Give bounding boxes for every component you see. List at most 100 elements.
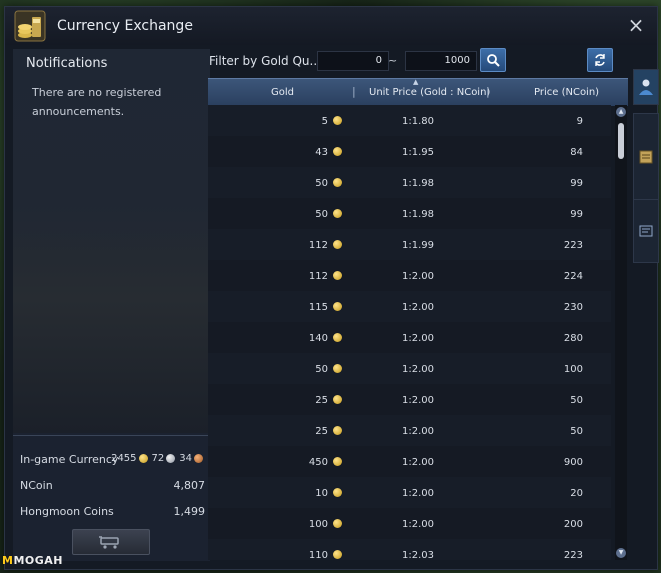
unit-price-cell: 1:1.99 (402, 240, 434, 251)
scroll-up-icon[interactable]: ▲ (616, 107, 626, 117)
gold-cell: 25 (315, 395, 328, 406)
ncoin-row: NCoin 4,807 (19, 477, 205, 495)
price-cell: 280 (563, 333, 583, 344)
close-button[interactable]: × (627, 15, 645, 35)
gold-coin-icon (333, 240, 342, 249)
price-cell: 100 (563, 364, 583, 375)
scrollbar[interactable]: ▲ ▼ (615, 105, 627, 560)
table-row[interactable]: 115 1:2.00 230 (208, 291, 611, 322)
table-row[interactable]: 50 1:2.00 100 (208, 353, 611, 384)
table-row[interactable]: 43 1:1.95 84 (208, 136, 611, 167)
col-unit-price-header[interactable]: Unit Price (Gold : NCoin) (369, 87, 490, 98)
gold-cell: 50 (315, 209, 328, 220)
scroll-down-icon[interactable]: ▼ (616, 548, 626, 558)
exchange-cart-button[interactable] (72, 529, 150, 555)
table-row[interactable]: 100 1:2.00 200 (208, 508, 611, 539)
table-row[interactable]: 50 1:1.98 99 (208, 198, 611, 229)
watermark-m: M (2, 554, 14, 567)
unit-price-cell: 1:1.98 (402, 178, 434, 189)
price-cell: 50 (570, 395, 583, 406)
gold-cell: 43 (315, 147, 328, 158)
sort-arrow-icon: ▲ (413, 78, 419, 86)
gold-cell: 450 (308, 457, 328, 468)
price-cell: 50 (570, 426, 583, 437)
ncoin-label: NCoin (20, 479, 53, 492)
search-icon (487, 54, 500, 67)
scroll-thumb[interactable] (618, 123, 624, 159)
search-button[interactable] (480, 48, 506, 72)
notifications-panel: Notifications There are no registered an… (13, 49, 210, 433)
table-row[interactable]: 25 1:2.00 50 (208, 415, 611, 446)
unit-price-cell: 1:2.00 (402, 457, 434, 468)
table-row[interactable]: 112 1:2.00 224 (208, 260, 611, 291)
gold-coin-icon (333, 302, 342, 311)
ncoin-value: 4,807 (173, 479, 206, 492)
title-bar: Currency Exchange × (5, 7, 657, 45)
side-tab-history[interactable] (633, 199, 659, 263)
ledger-icon (639, 150, 653, 164)
price-cell: 99 (570, 178, 583, 189)
gold-coin-icon (333, 333, 342, 342)
unit-price-cell: 1:2.00 (402, 488, 434, 499)
table-row[interactable]: 25 1:2.00 50 (208, 384, 611, 415)
divider (13, 435, 210, 436)
left-panel: Notifications There are no registered an… (13, 49, 210, 561)
silver-amount: 72 (151, 453, 165, 464)
price-cell: 20 (570, 488, 583, 499)
col-separator: | (352, 85, 356, 98)
col-separator: | (486, 85, 490, 98)
col-price-header[interactable]: Price (NCoin) (534, 87, 599, 98)
unit-price-cell: 1:2.00 (402, 519, 434, 530)
gold-coin-icon (333, 488, 342, 497)
gold-coin-icon (333, 271, 342, 280)
gold-coin-icon (333, 209, 342, 218)
price-cell: 99 (570, 209, 583, 220)
exchange-cart-icon (99, 536, 119, 549)
hongmoon-row: Hongmoon Coins 1,499 (19, 503, 205, 521)
window-title: Currency Exchange (57, 18, 193, 34)
gold-coin-icon (333, 395, 342, 404)
gold-coin-icon (333, 457, 342, 466)
gold-coin-icon (333, 519, 342, 528)
hongmoon-label: Hongmoon Coins (20, 505, 114, 518)
price-cell: 84 (570, 147, 583, 158)
price-cell: 224 (563, 271, 583, 282)
filter-max-input[interactable]: 1000 (405, 51, 477, 71)
refresh-button[interactable] (587, 48, 613, 72)
filter-min-input[interactable]: 0 (317, 51, 389, 71)
unit-price-cell: 1:2.00 (402, 426, 434, 437)
price-cell: 223 (563, 550, 583, 560)
table-row[interactable]: 50 1:1.98 99 (208, 167, 611, 198)
table-row[interactable]: 110 1:2.03 223 (208, 539, 611, 560)
refresh-icon (595, 54, 605, 66)
table-row[interactable]: 10 1:2.00 20 (208, 477, 611, 508)
watermark-text: MOGAH (13, 554, 63, 567)
silver-coin-icon (166, 454, 176, 463)
table-row[interactable]: 112 1:1.99 223 (208, 229, 611, 260)
notifications-message: There are no registered announcements. (32, 86, 162, 118)
price-cell: 200 (563, 519, 583, 530)
gold-cell: 100 (308, 519, 328, 530)
table-row[interactable]: 450 1:2.00 900 (208, 446, 611, 477)
gold-cell: 112 (308, 240, 328, 251)
table-row[interactable]: 140 1:2.00 280 (208, 322, 611, 353)
price-cell: 900 (563, 457, 583, 468)
gold-coin-icon (333, 364, 342, 373)
gold-cell: 25 (315, 426, 328, 437)
unit-price-cell: 1:1.95 (402, 147, 434, 158)
unit-price-cell: 1:2.00 (402, 364, 434, 375)
gold-cell: 115 (308, 302, 328, 313)
gold-cell: 112 (308, 271, 328, 282)
table-row[interactable]: 5 1:1.80 9 (208, 105, 611, 136)
hongmoon-value: 1,499 (173, 505, 206, 518)
side-tab-ledger[interactable] (633, 113, 659, 201)
gold-cell: 10 (315, 488, 328, 499)
unit-price-cell: 1:2.00 (402, 271, 434, 282)
col-gold-header[interactable]: Gold (271, 87, 294, 98)
price-cell: 230 (563, 302, 583, 313)
filter-tilde: ~ (388, 54, 398, 67)
side-tab-character[interactable] (633, 69, 659, 105)
gold-coin-icon (333, 550, 342, 559)
gold-amount: 2455 (111, 453, 137, 464)
table-header: Gold | ▲ Unit Price (Gold : NCoin) | Pri… (208, 78, 628, 106)
